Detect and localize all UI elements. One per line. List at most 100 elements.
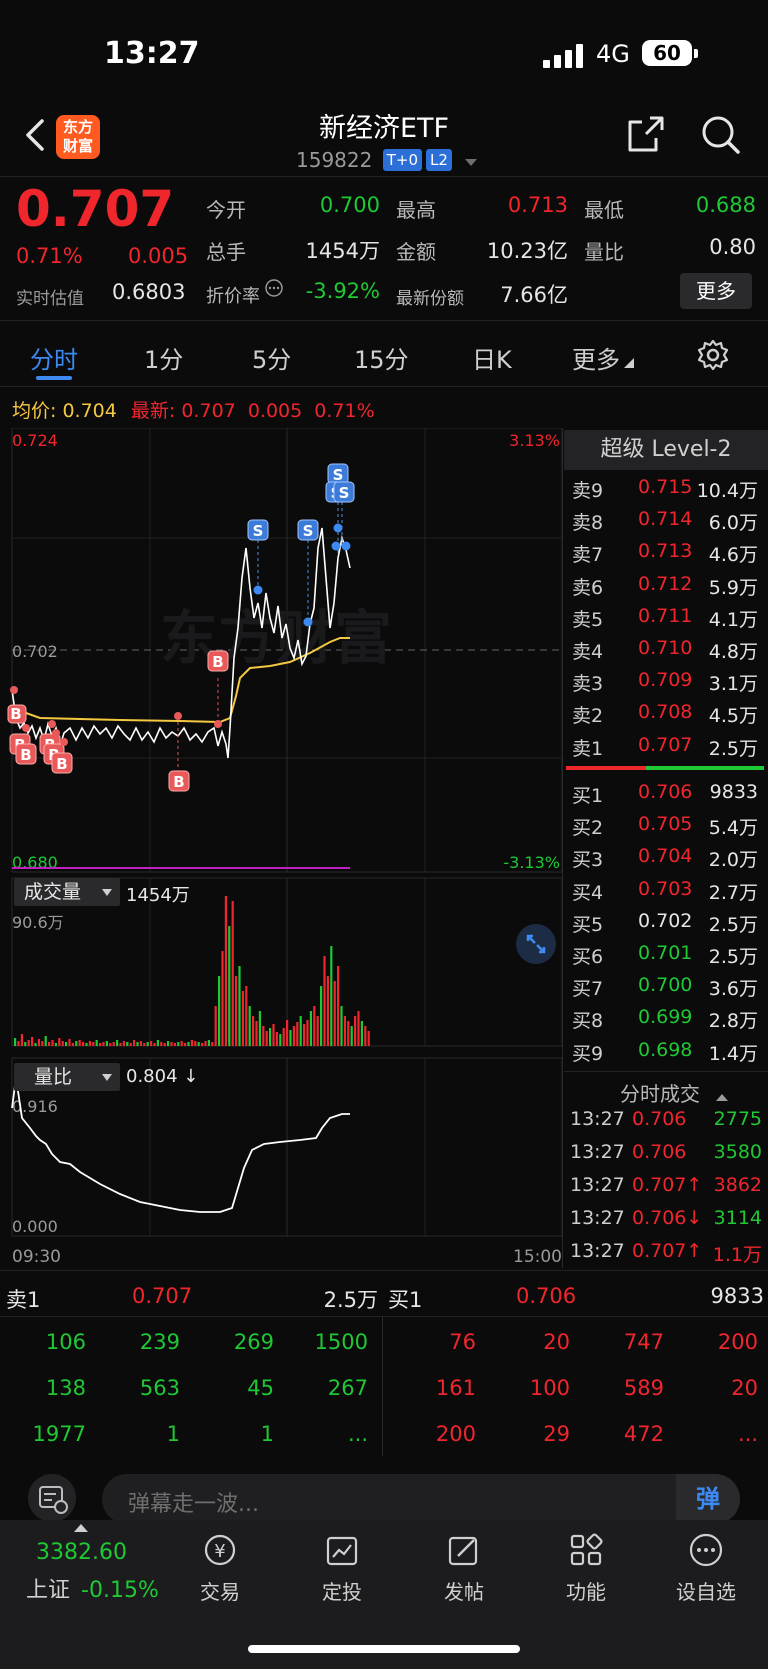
- volume-bar: [139, 1041, 142, 1046]
- volume-bar: [350, 1026, 353, 1046]
- volume-bar: [211, 1042, 214, 1046]
- high-value: 0.713: [507, 193, 568, 217]
- nav-add-watchlist[interactable]: 设自选: [666, 1530, 746, 1605]
- chevron-down-icon: [102, 1074, 112, 1081]
- level-name: 买8: [572, 1010, 604, 1033]
- tab-intraday[interactable]: 分时: [30, 340, 78, 375]
- danmu-placeholder: 弹幕走一波...: [128, 1492, 259, 1517]
- volume-bar: [330, 946, 333, 1046]
- ask-row[interactable]: 卖7 0.713 4.6万: [572, 540, 764, 572]
- level-volume: 2.8万: [708, 1010, 758, 1033]
- queue-cell: 45: [247, 1376, 274, 1400]
- tab-1min[interactable]: 1分: [144, 340, 183, 375]
- ask-row[interactable]: 卖3 0.709 3.1万: [572, 669, 764, 701]
- bid-row[interactable]: 买4 0.703 2.7万: [572, 878, 764, 910]
- board-vertical-divider: [382, 1316, 383, 1456]
- share-icon[interactable]: [626, 114, 666, 154]
- bid-row[interactable]: 买5 0.702 2.5万: [572, 910, 764, 942]
- ask-row[interactable]: 卖5 0.711 4.1万: [572, 605, 764, 637]
- tab-daily[interactable]: 日K: [472, 340, 512, 375]
- level-name: 买6: [572, 946, 604, 968]
- expand-button[interactable]: [516, 924, 556, 964]
- danmu-input[interactable]: 弹幕走一波... 弹: [102, 1474, 740, 1524]
- level-price: 0.702: [638, 909, 693, 932]
- x-end-label: 15:00: [513, 1247, 562, 1267]
- search-icon[interactable]: [700, 114, 742, 156]
- ratio-indicator-select[interactable]: 量比: [14, 1063, 120, 1091]
- volume-bar: [262, 1026, 265, 1046]
- tick-time: 13:27: [570, 1108, 625, 1130]
- level-volume: 10.4万: [696, 480, 758, 502]
- level-price: 0.711: [638, 604, 693, 627]
- grid-icon: [570, 1533, 603, 1566]
- more-button[interactable]: 更多: [680, 273, 752, 309]
- danmu-icon: [39, 1486, 68, 1514]
- bid-row[interactable]: 买1 0.706 9833: [572, 781, 764, 813]
- bid-row[interactable]: 买2 0.705 5.4万: [572, 813, 764, 845]
- avg-value: 0.704: [62, 400, 117, 422]
- level-name: 卖8: [572, 512, 604, 535]
- volume-bar: [122, 1041, 125, 1046]
- level-name: 买2: [572, 817, 604, 840]
- tab-5min[interactable]: 5分: [252, 340, 291, 375]
- nav-fixed-invest[interactable]: 定投: [302, 1530, 382, 1605]
- board-divider: [0, 1316, 768, 1317]
- bid-row[interactable]: 买3 0.704 2.0万: [572, 845, 764, 877]
- bid-row[interactable]: 买7 0.700 3.6万: [572, 974, 764, 1006]
- volume-bar: [48, 1042, 51, 1046]
- y-min-label: 0.680: [12, 853, 58, 872]
- nav-post[interactable]: 发帖: [424, 1530, 504, 1605]
- intraday-chart[interactable]: 东方财富 0.724 0.702 0.680 3.13% -3.13% B B …: [0, 428, 564, 1268]
- bid-row[interactable]: 买9 0.698 1.4万: [572, 1039, 764, 1071]
- tick-price: 0.706↓: [632, 1207, 703, 1229]
- volume-bar: [296, 1022, 299, 1046]
- volume-bar: [269, 1028, 272, 1046]
- ask-row[interactable]: 卖8 0.714 6.0万: [572, 508, 764, 540]
- info-icon[interactable]: [264, 278, 284, 298]
- volume-bar: [31, 1037, 34, 1046]
- level-volume: 5.9万: [708, 576, 758, 599]
- volume-bar: [75, 1041, 78, 1046]
- danmu-send-label: 弹: [696, 1485, 720, 1513]
- volume-indicator-select[interactable]: 成交量: [14, 878, 120, 906]
- volume-bar: [337, 966, 340, 1046]
- settings-gear-icon[interactable]: [697, 339, 729, 371]
- queue-cell: 138: [45, 1376, 86, 1400]
- level-volume: 4.5万: [708, 705, 758, 728]
- level-price: 0.704: [638, 845, 693, 868]
- orderbook-header[interactable]: 超级 Level-2: [564, 430, 768, 470]
- home-indicator[interactable]: [248, 1645, 520, 1653]
- high-label: 最高: [396, 198, 436, 222]
- ask-row[interactable]: 卖2 0.708 4.5万: [572, 701, 764, 733]
- danmu-toggle-button[interactable]: [28, 1474, 76, 1522]
- index-ticker[interactable]: 上证 -0.15%: [26, 1572, 159, 1604]
- y-mid-label: 0.702: [12, 642, 58, 661]
- pct-min-label: -3.13%: [503, 853, 560, 872]
- ask-row[interactable]: 卖4 0.710 4.8万: [572, 637, 764, 669]
- nav-functions[interactable]: 功能: [546, 1530, 626, 1605]
- level-price: 0.699: [638, 1006, 693, 1029]
- level-price: 0.706: [638, 781, 693, 803]
- ticks-title[interactable]: 分时成交: [620, 1078, 729, 1107]
- tab-15min[interactable]: 15分: [354, 340, 409, 375]
- board-buy-vol: 9833: [710, 1284, 764, 1308]
- board-buy-label: 买1: [388, 1288, 423, 1312]
- trade-icon: ¥: [204, 1534, 236, 1566]
- danmu-send-button[interactable]: 弹: [676, 1474, 740, 1524]
- tag-t0: T+0: [382, 149, 422, 171]
- bid-row[interactable]: 买6 0.701 2.5万: [572, 942, 764, 974]
- expand-icon: [526, 934, 546, 954]
- ask-row[interactable]: 卖1 0.707 2.5万: [572, 734, 764, 766]
- nav-trade[interactable]: ¥ 交易: [180, 1530, 260, 1605]
- tab-more-label: 更多: [572, 346, 620, 374]
- index-value[interactable]: 3382.60: [36, 1540, 127, 1565]
- index-name: 上证: [26, 1578, 71, 1603]
- ask-row[interactable]: 卖6 0.712 5.9万: [572, 573, 764, 605]
- security-code[interactable]: 159822 T+0 L2: [296, 148, 478, 172]
- volume-bar: [78, 1040, 81, 1046]
- ask-row[interactable]: 卖9 0.715 10.4万: [572, 476, 764, 508]
- bid-row[interactable]: 买8 0.699 2.8万: [572, 1006, 764, 1038]
- volume-bar: [95, 1040, 98, 1046]
- tab-more[interactable]: 更多: [572, 340, 634, 375]
- volume-label: 总手: [206, 240, 246, 264]
